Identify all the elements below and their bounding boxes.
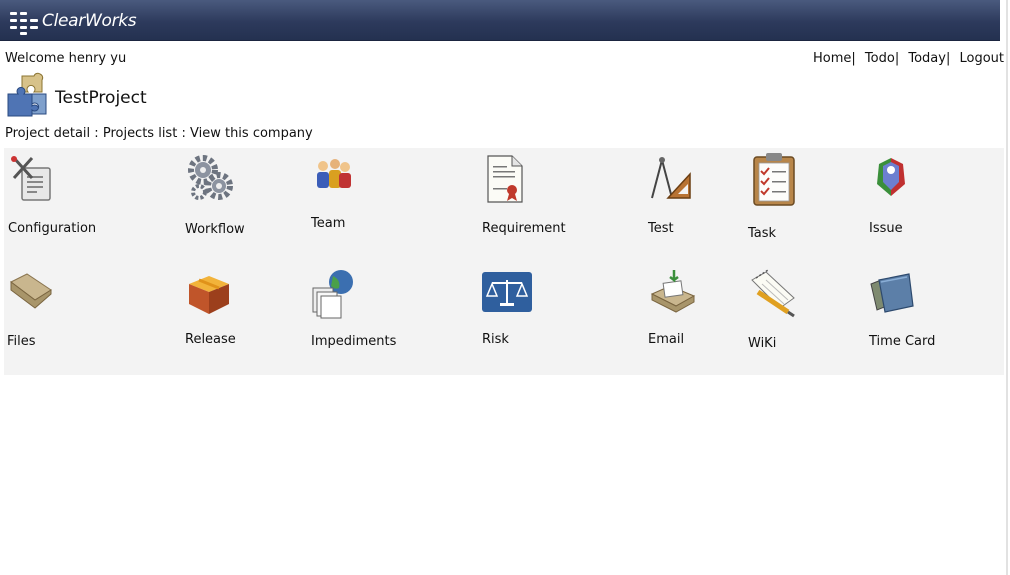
module-team[interactable]: Team (311, 154, 381, 236)
module-workflow[interactable]: Workflow (185, 154, 255, 237)
today-link[interactable]: Today (908, 51, 946, 66)
module-time-card[interactable]: Time Card (869, 268, 949, 350)
project-detail-link[interactable]: Project detail (5, 126, 90, 141)
welcome-text: Welcome henry yu (5, 51, 127, 66)
scales-icon (482, 272, 532, 312)
team-icon (317, 159, 351, 188)
module-label: WiKi (748, 336, 777, 351)
project-title: TestProject (55, 88, 147, 108)
module-label: Release (185, 332, 236, 347)
configuration-icon (11, 156, 51, 201)
nav-separator: | (851, 51, 856, 66)
inbox-tray-icon (650, 270, 696, 313)
module-label: Files (7, 334, 36, 349)
module-label: Email (648, 332, 685, 347)
window-edge (1006, 0, 1008, 575)
view-company-link[interactable]: View this company (190, 126, 313, 141)
brand-logo[interactable]: ClearWorks (8, 8, 137, 35)
module-panel: Configuration Workflow Team Requirement (4, 148, 1004, 375)
breadcrumb: Project detail : Projects list : View th… (5, 126, 313, 141)
breadcrumb-separator: : (181, 126, 186, 141)
module-task[interactable]: Task (748, 150, 808, 242)
module-requirement[interactable]: Requirement (482, 154, 582, 236)
module-label: Workflow (185, 222, 245, 237)
module-label: Task (748, 226, 777, 241)
certificate-icon (487, 155, 523, 203)
module-label: Test (648, 221, 674, 236)
clearworks-logo-icon (8, 8, 40, 35)
home-link[interactable]: Home (813, 51, 851, 66)
module-wiki[interactable]: WiKi (748, 268, 808, 351)
todo-link[interactable]: Todo (865, 51, 895, 66)
module-label: Time Card (869, 334, 936, 349)
time-card-icon (870, 273, 914, 313)
module-impediments[interactable]: Impediments (311, 268, 411, 350)
module-label: Impediments (311, 334, 397, 349)
puzzle-icon (7, 72, 47, 117)
issue-icon (877, 158, 905, 196)
brand-name: ClearWorks (42, 11, 137, 31)
notepad-pencil-icon (751, 269, 795, 318)
nav-separator: | (894, 51, 900, 66)
module-label: Risk (482, 332, 509, 347)
module-label: Team (311, 216, 346, 231)
module-label: Requirement (482, 221, 566, 236)
clipboard-checklist-icon (753, 153, 795, 206)
module-label: Issue (869, 221, 903, 236)
module-risk[interactable]: Risk (482, 268, 542, 350)
projects-list-link[interactable]: Projects list (103, 126, 177, 141)
module-release[interactable]: Release (185, 268, 245, 350)
breadcrumb-separator: : (94, 126, 99, 141)
top-nav: Home| Todo| Today| Logout (813, 51, 1004, 66)
module-configuration[interactable]: Configuration (8, 154, 128, 236)
globe-documents-icon (312, 270, 353, 319)
module-label: Configuration (8, 221, 97, 236)
package-icon (189, 276, 229, 314)
gears-icon (188, 155, 233, 200)
module-issue[interactable]: Issue (869, 154, 929, 236)
top-banner: ClearWorks (0, 0, 1000, 41)
logout-link[interactable]: Logout (959, 51, 1004, 66)
module-test[interactable]: Test (648, 154, 708, 236)
folder-icon (10, 273, 52, 309)
module-files[interactable]: Files (7, 268, 67, 350)
module-email[interactable]: Email (648, 268, 708, 350)
nav-separator: | (945, 51, 951, 66)
drafting-tools-icon (651, 157, 691, 199)
